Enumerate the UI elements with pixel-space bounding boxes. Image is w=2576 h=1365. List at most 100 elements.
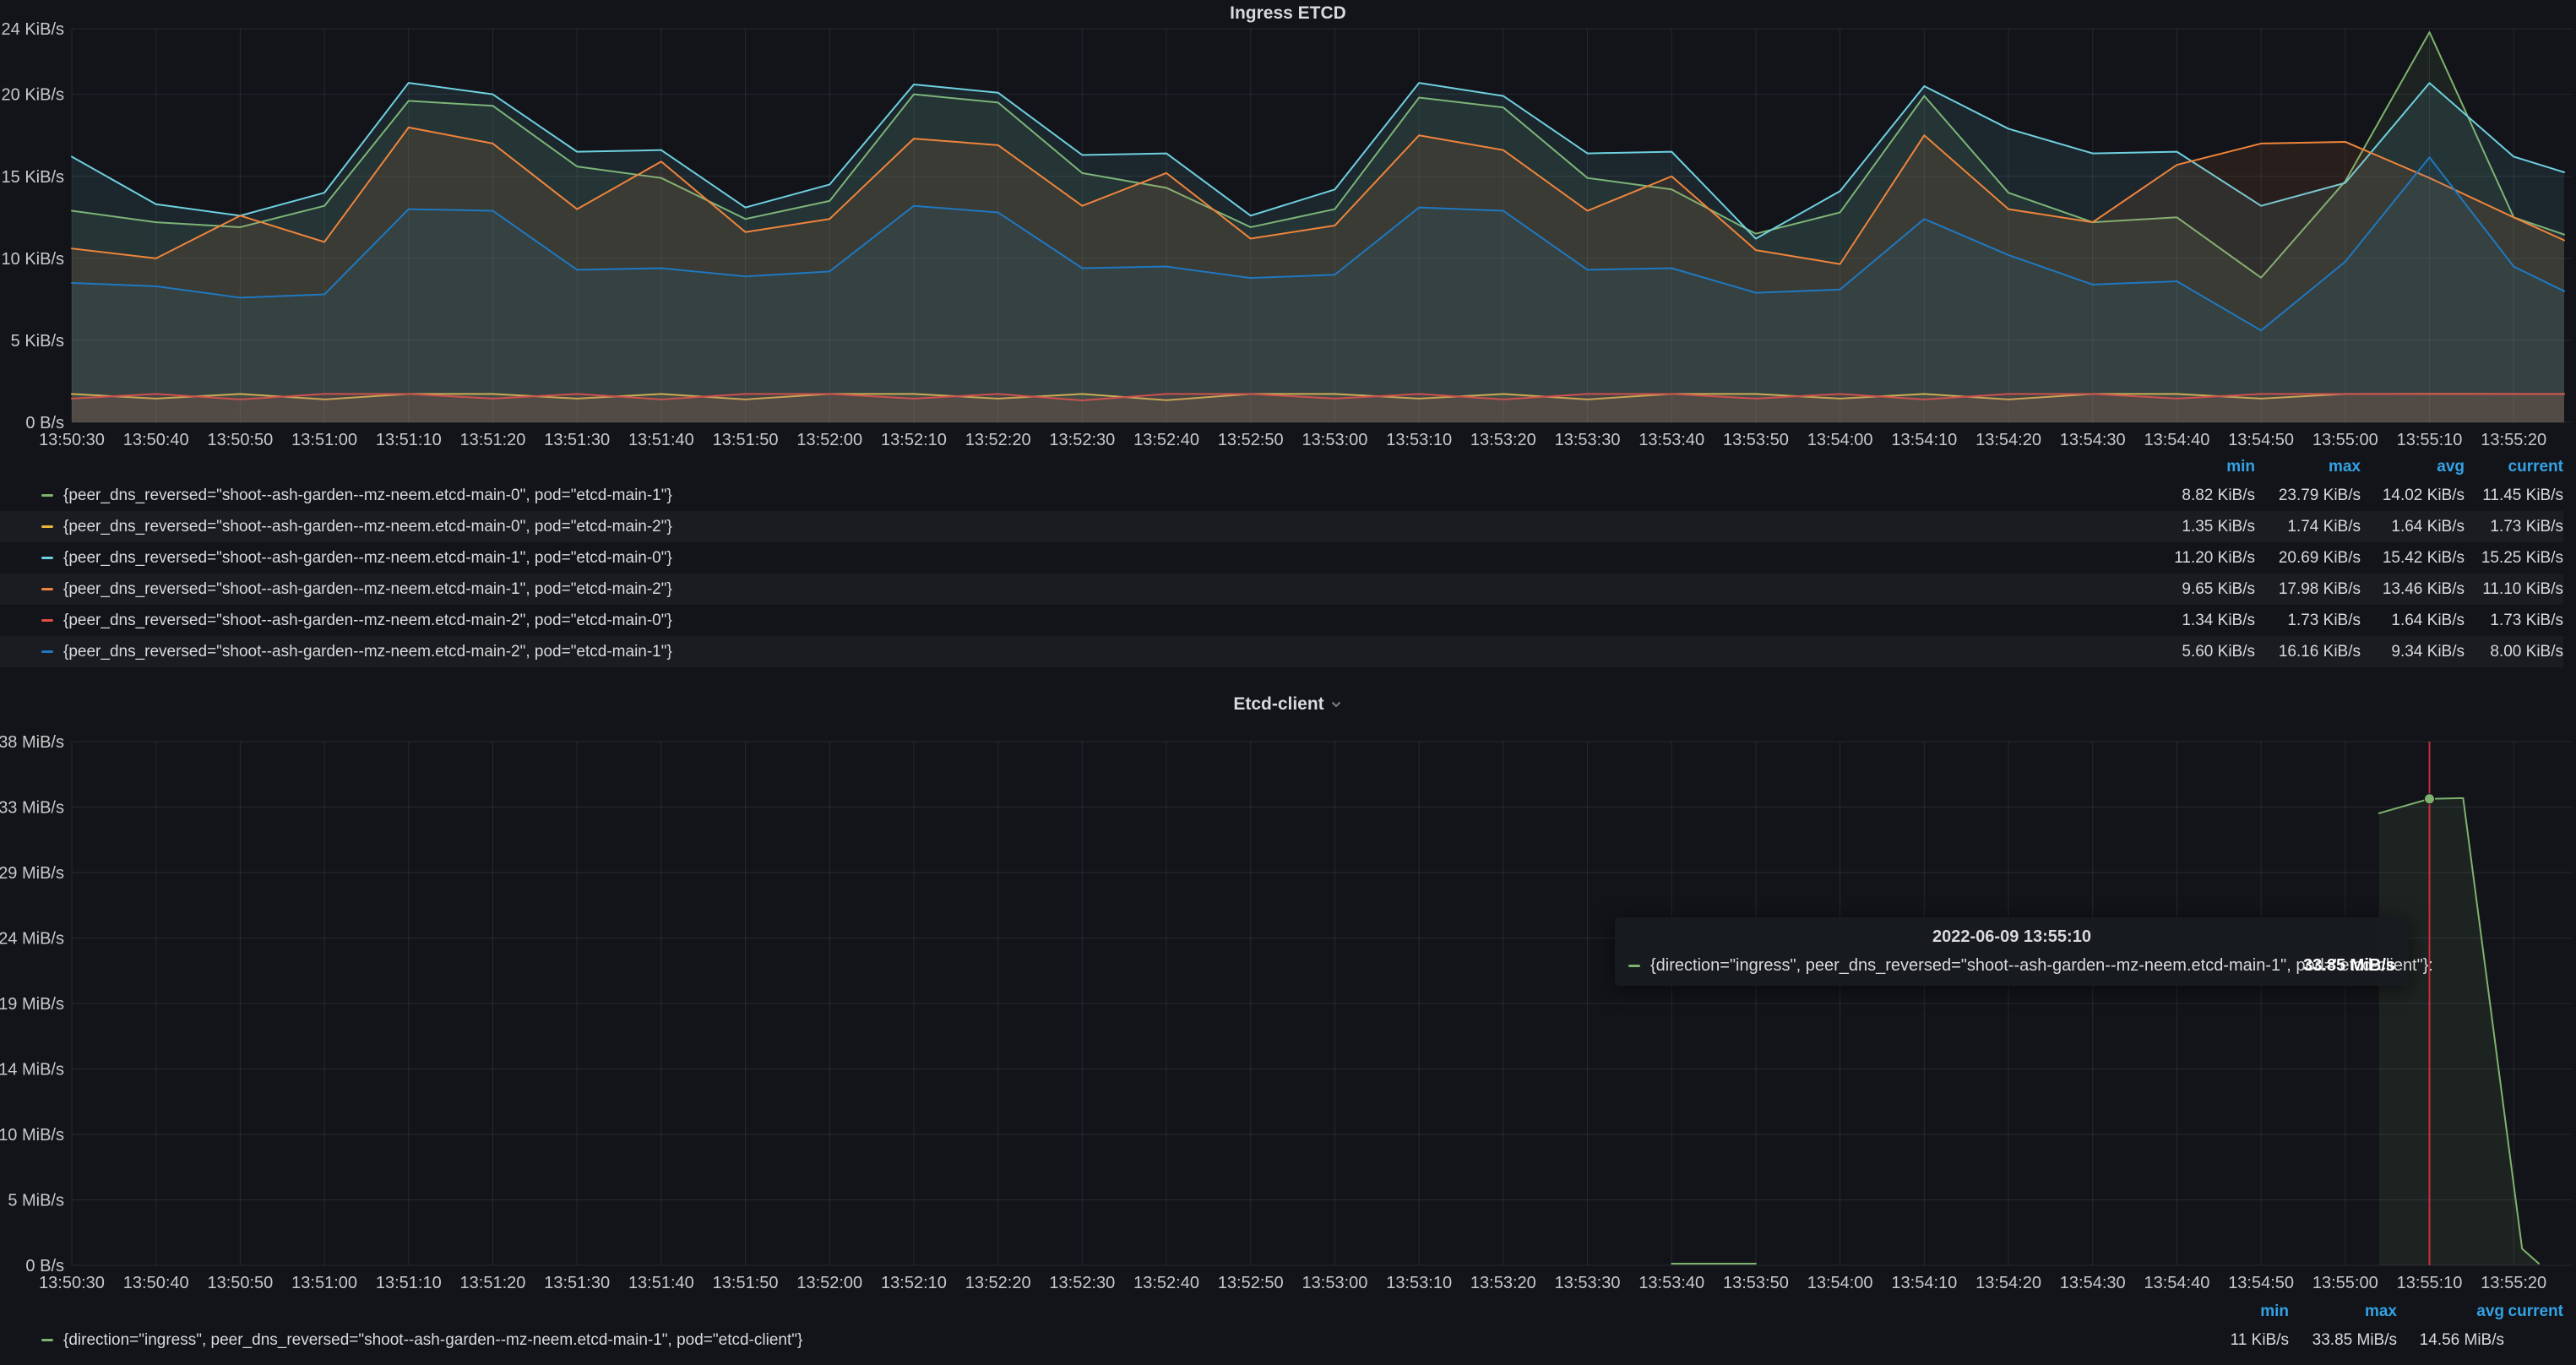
x-axis-label: 13:51:50 — [713, 431, 779, 449]
y-axis-label: 0 B/s — [25, 414, 64, 432]
legend-stat-current: 11.10 KiB/s — [2465, 580, 2563, 599]
legend-series-label[interactable]: {peer_dns_reversed="shoot--ash-garden--m… — [63, 518, 672, 536]
x-axis-label: 13:54:20 — [1975, 1274, 2041, 1292]
legend-series-label[interactable]: {peer_dns_reversed="shoot--ash-garden--m… — [63, 580, 672, 599]
y-axis-label: 24 MiB/s — [0, 930, 64, 949]
legend-row: {peer_dns_reversed="shoot--ash-garden--m… — [0, 511, 2563, 542]
legend-stat-current: 15.25 KiB/s — [2465, 549, 2563, 568]
x-axis-label: 13:50:30 — [39, 1274, 105, 1292]
legend-series-label[interactable]: {peer_dns_reversed="shoot--ash-garden--m… — [63, 643, 672, 661]
y-axis-label: 10 KiB/s — [2, 250, 64, 269]
x-axis-label: 13:55:00 — [2312, 431, 2378, 449]
x-axis-label: 13:50:40 — [123, 1274, 189, 1292]
legend-stat-min: 5.60 KiB/s — [2133, 643, 2255, 661]
x-axis-label: 13:52:40 — [1133, 431, 1199, 449]
legend-stat-avg: 1.64 KiB/s — [2361, 518, 2465, 536]
series-0 — [1671, 798, 2539, 1265]
x-axis-label: 13:50:50 — [207, 431, 273, 449]
x-axis-label: 13:54:30 — [2060, 1274, 2126, 1292]
x-axis-label: 13:53:40 — [1639, 1274, 1704, 1292]
y-axis-label: 0 B/s — [25, 1257, 64, 1275]
legend-stat-max: 23.79 KiB/s — [2255, 487, 2361, 505]
x-axis-label: 13:52:10 — [881, 1274, 947, 1292]
x-axis-label: 13:52:30 — [1049, 1274, 1115, 1292]
x-axis-label: 13:51:10 — [376, 431, 442, 449]
ingress-etcd-chart[interactable]: 0 B/s5 KiB/s10 KiB/s15 KiB/s20 KiB/s24 K… — [0, 0, 2576, 456]
legend-stat-avg: 9.34 KiB/s — [2361, 643, 2465, 661]
legend-stat-min: 11.20 KiB/s — [2133, 549, 2255, 568]
legend-header-current[interactable]: current — [2504, 1302, 2563, 1321]
legend-header-avg[interactable]: avg — [2361, 458, 2465, 476]
hover-point-marker — [2425, 794, 2435, 804]
x-axis-label: 13:53:00 — [1302, 431, 1368, 449]
x-axis-label: 13:54:00 — [1807, 431, 1873, 449]
legend-stat-avg: 14.02 KiB/s — [2361, 487, 2465, 505]
x-axis-label: 13:53:20 — [1470, 1274, 1536, 1292]
legend-series-label[interactable]: {peer_dns_reversed="shoot--ash-garden--m… — [63, 612, 672, 630]
series-color-marker-icon — [41, 1339, 53, 1341]
grid: 0 B/s5 MiB/s10 MiB/s14 MiB/s19 MiB/s24 M… — [0, 733, 2573, 1292]
legend-series-label[interactable]: {direction="ingress", peer_dns_reversed=… — [63, 1331, 802, 1350]
legend-row: {peer_dns_reversed="shoot--ash-garden--m… — [0, 542, 2563, 574]
y-axis-label: 5 MiB/s — [8, 1192, 64, 1210]
x-axis-label: 13:51:30 — [544, 431, 610, 449]
x-axis-label: 13:55:00 — [2312, 1274, 2378, 1292]
y-axis-label: 20 KiB/s — [2, 86, 64, 105]
series-color-marker-icon — [41, 588, 53, 590]
legend-header-min[interactable]: min — [2133, 458, 2255, 476]
x-axis-label: 13:54:10 — [1891, 431, 1957, 449]
legend-series-label[interactable]: {peer_dns_reversed="shoot--ash-garden--m… — [63, 549, 672, 568]
x-axis-label: 13:52:10 — [881, 431, 947, 449]
x-axis-label: 13:52:00 — [796, 431, 862, 449]
legend-stat-min: 1.35 KiB/s — [2133, 518, 2255, 536]
x-axis-label: 13:51:40 — [628, 431, 694, 449]
x-axis-label: 13:54:30 — [2060, 431, 2126, 449]
legend-header-max[interactable]: max — [2255, 458, 2361, 476]
x-axis-label: 13:53:10 — [1386, 1274, 1452, 1292]
legend-header-max[interactable]: max — [2289, 1302, 2397, 1321]
tooltip-value: 33.85 MiB/s — [2303, 956, 2395, 976]
legend-stat-min: 8.82 KiB/s — [2133, 487, 2255, 505]
x-axis-label: 13:52:50 — [1218, 1274, 1284, 1292]
legend-header-min[interactable]: min — [2162, 1302, 2289, 1321]
y-axis-label: 14 MiB/s — [0, 1061, 64, 1079]
etcd-client-chart[interactable]: 0 B/s5 MiB/s10 MiB/s14 MiB/s19 MiB/s24 M… — [0, 714, 2576, 1305]
legend-stat-avg: 13.46 KiB/s — [2361, 580, 2465, 599]
legend-row: {peer_dns_reversed="shoot--ash-garden--m… — [0, 636, 2563, 667]
x-axis-label: 13:54:40 — [2144, 431, 2209, 449]
x-axis-label: 13:52:20 — [965, 431, 1031, 449]
series-color-marker-icon — [41, 619, 53, 622]
x-axis-label: 13:51:50 — [713, 1274, 779, 1292]
legend-series-label[interactable]: {peer_dns_reversed="shoot--ash-garden--m… — [63, 487, 672, 505]
panel-title-etcd-client[interactable]: Etcd-client — [0, 693, 2576, 716]
y-axis-label: 5 KiB/s — [11, 332, 64, 351]
graph-tooltip: 2022-06-09 13:55:10 {direction="ingress"… — [1615, 917, 2409, 986]
legend-header-current[interactable]: current — [2465, 458, 2563, 476]
x-axis-label: 13:53:50 — [1723, 1274, 1789, 1292]
x-axis-label: 13:52:50 — [1218, 431, 1284, 449]
x-axis-label: 13:55:10 — [2397, 1274, 2463, 1292]
legend-ingress-etcd: min max avg current {peer_dns_reversed="… — [0, 454, 2576, 667]
legend-stat-current: 8.00 KiB/s — [2465, 643, 2563, 661]
legend-stat-max: 33.85 MiB/s — [2289, 1331, 2397, 1350]
legend-stat-current: 1.73 KiB/s — [2465, 612, 2563, 630]
x-axis-label: 13:51:20 — [460, 1274, 526, 1292]
x-axis-label: 13:52:40 — [1133, 1274, 1199, 1292]
x-axis-label: 13:55:10 — [2397, 431, 2463, 449]
legend-stat-current: 11.45 KiB/s — [2465, 487, 2563, 505]
legend-stat-avg: 15.42 KiB/s — [2361, 549, 2465, 568]
x-axis-label: 13:53:10 — [1386, 431, 1452, 449]
x-axis-label: 13:54:10 — [1891, 1274, 1957, 1292]
x-axis-label: 13:53:00 — [1302, 1274, 1368, 1292]
legend-stat-current: 1.73 KiB/s — [2465, 518, 2563, 536]
legend-row: {peer_dns_reversed="shoot--ash-garden--m… — [0, 605, 2563, 636]
y-axis-label: 19 MiB/s — [0, 995, 64, 1014]
legend-header-avg[interactable]: avg — [2397, 1302, 2504, 1321]
x-axis-label: 13:51:10 — [376, 1274, 442, 1292]
series-color-marker-icon — [41, 557, 53, 559]
series-color-marker-icon — [41, 494, 53, 497]
x-axis-label: 13:54:00 — [1807, 1274, 1873, 1292]
legend-stat-avg: 14.56 MiB/s — [2397, 1331, 2504, 1350]
series-color-marker-icon — [1628, 965, 1640, 967]
tooltip-series-label: {direction="ingress", peer_dns_reversed=… — [1650, 956, 2281, 976]
